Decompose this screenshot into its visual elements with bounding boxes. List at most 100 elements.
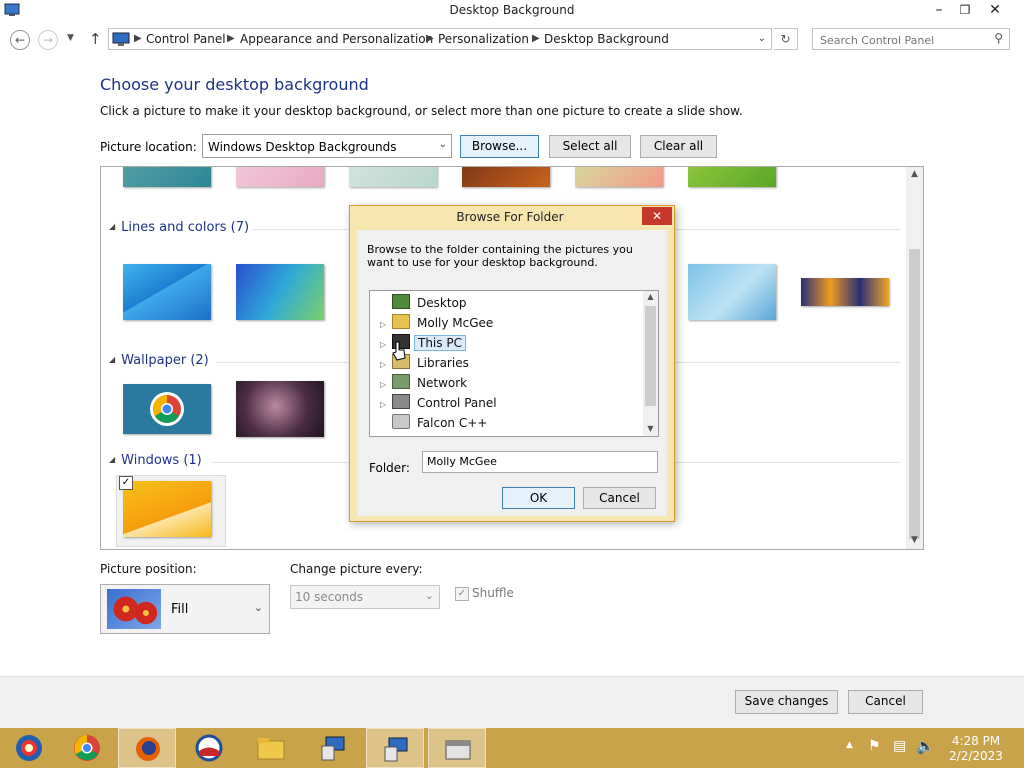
picture-location-select[interactable]: Windows Desktop Backgrounds ⌄ <box>202 134 452 158</box>
address-bar[interactable]: ▶ Control Panel ▶ Appearance and Persona… <box>108 28 772 50</box>
control-panel-icon <box>392 394 410 409</box>
hand-cursor-icon <box>391 341 407 364</box>
network-icon[interactable]: ▤ <box>893 738 906 754</box>
scroll-up-icon[interactable]: ▲ <box>643 292 658 301</box>
expand-arrow-icon[interactable]: ▷ <box>380 360 390 369</box>
tree-scrollbar[interactable]: ▲ ▼ <box>643 291 658 436</box>
thumbnail[interactable] <box>236 167 324 187</box>
chevron-down-icon: ⌄ <box>438 139 447 150</box>
search-box[interactable]: ⚲ <box>812 28 1010 50</box>
tree-item-molly-mcgee[interactable]: ▷ Molly McGee <box>380 314 496 332</box>
recycle-bin-icon <box>392 414 410 429</box>
picture-location-value: Windows Desktop Backgrounds <box>208 140 397 154</box>
gallery-scrollbar[interactable]: ▲ ▼ <box>906 167 923 549</box>
thumbnail[interactable] <box>123 264 211 320</box>
expand-arrow-icon[interactable]: ▷ <box>380 320 390 329</box>
picture-position-select[interactable]: Fill ⌄ <box>100 584 270 634</box>
group-header-windows[interactable]: ◢ Windows (1) <box>109 453 202 468</box>
breadcrumb-desktop-background[interactable]: Desktop Background <box>544 32 669 46</box>
taskbar-item-explorer[interactable] <box>242 728 300 768</box>
expand-arrow-icon[interactable]: ▷ <box>380 380 390 389</box>
change-picture-label: Change picture every: <box>290 562 423 576</box>
group-header-lines-colors[interactable]: ◢ Lines and colors (7) <box>109 220 249 235</box>
collapse-triangle-icon: ◢ <box>109 455 116 464</box>
restore-button[interactable]: ❐ <box>950 0 980 20</box>
tree-item-falcon[interactable]: Falcon C++ <box>380 414 490 432</box>
breadcrumb-control-panel[interactable]: Control Panel <box>146 32 226 46</box>
taskbar-item[interactable] <box>0 728 58 768</box>
taskbar: ▲ ⚑ ▤ 🔈 <box>0 728 1024 768</box>
thumbnail-checkbox[interactable]: ✓ <box>119 476 133 490</box>
network-icon <box>392 374 410 389</box>
select-all-button[interactable]: Select all <box>549 135 631 158</box>
dialog-ok-button[interactable]: OK <box>502 487 575 509</box>
search-input[interactable] <box>818 30 982 50</box>
scroll-up-icon[interactable]: ▲ <box>906 169 923 179</box>
scroll-down-icon[interactable]: ▼ <box>906 535 923 545</box>
recent-locations-chevron-icon[interactable]: ▼ <box>67 33 74 43</box>
forward-icon[interactable]: → <box>38 30 58 50</box>
chrome-icon <box>74 735 100 761</box>
taskbar-item-control-panel-active[interactable] <box>366 728 424 768</box>
save-changes-button[interactable]: Save changes <box>735 690 838 714</box>
taskbar-item-chrome[interactable] <box>58 728 116 768</box>
action-center-flag-icon[interactable]: ⚑ <box>868 738 881 754</box>
breadcrumb-separator-icon: ▶ <box>227 33 235 44</box>
thumbnail[interactable] <box>236 381 324 437</box>
thumbnail-chrome[interactable] <box>123 384 211 434</box>
thumbnail[interactable] <box>801 278 889 306</box>
dialog-cancel-button[interactable]: Cancel <box>583 487 656 509</box>
expand-arrow-icon[interactable]: ▷ <box>380 340 390 349</box>
cancel-button[interactable]: Cancel <box>848 690 923 714</box>
dialog-close-icon[interactable]: ✕ <box>642 207 672 225</box>
search-icon[interactable]: ⚲ <box>994 31 1003 45</box>
up-arrow-icon[interactable]: ↑ <box>89 30 102 48</box>
scrollbar-thumb[interactable] <box>909 249 920 539</box>
thumbnail-windows[interactable] <box>123 481 211 537</box>
shuffle-checkbox: ✓ <box>455 587 469 601</box>
clear-all-button[interactable]: Clear all <box>640 135 717 158</box>
thumbnail[interactable] <box>575 167 663 187</box>
address-dropdown-icon[interactable]: ⌄ <box>758 33 766 44</box>
breadcrumb-personalization[interactable]: Personalization <box>438 32 529 46</box>
group-header-wallpaper[interactable]: ◢ Wallpaper (2) <box>109 353 209 368</box>
thumbnail[interactable] <box>462 167 550 187</box>
taskbar-item-firefox[interactable] <box>118 728 176 768</box>
expand-arrow-icon[interactable]: ▷ <box>380 400 390 409</box>
taskbar-item[interactable] <box>180 728 238 768</box>
tree-item-control-panel[interactable]: ▷ Control Panel <box>380 394 500 412</box>
back-icon[interactable]: ← <box>10 30 30 50</box>
system-clock[interactable]: 4:28 PM 2/2/2023 <box>940 734 1012 764</box>
desktop-icon <box>392 294 410 309</box>
tree-item-desktop[interactable]: Desktop <box>380 294 470 312</box>
volume-icon[interactable]: 🔈 <box>916 737 935 755</box>
thumbnail[interactable] <box>236 264 324 320</box>
chrome-logo-icon <box>150 392 184 426</box>
title-bar: Desktop Background – ❐ ✕ <box>0 0 1024 22</box>
thumbnail[interactable] <box>688 264 776 320</box>
program-window-icon <box>445 740 471 760</box>
taskbar-item[interactable] <box>428 728 486 768</box>
folder-icon <box>257 738 285 760</box>
refresh-icon[interactable]: ↻ <box>774 28 798 50</box>
show-hidden-icons-icon[interactable]: ▲ <box>846 740 853 750</box>
control-panel-icon <box>321 736 345 761</box>
scroll-down-icon[interactable]: ▼ <box>643 424 658 433</box>
taskbar-item-control-panel[interactable] <box>304 728 362 768</box>
control-panel-icon <box>384 737 408 762</box>
control-panel-icon <box>112 31 130 47</box>
picture-position-value: Fill <box>171 602 189 617</box>
folder-field[interactable]: Molly McGee <box>422 451 658 473</box>
thumbnail[interactable] <box>688 167 776 187</box>
page-title: Choose your desktop background <box>100 75 369 94</box>
thumbnail[interactable] <box>123 167 211 187</box>
shuffle-label: Shuffle <box>472 586 514 600</box>
thumbnail[interactable] <box>349 167 437 187</box>
breadcrumb-appearance[interactable]: Appearance and Personalization <box>240 32 433 46</box>
tree-item-network[interactable]: ▷ Network <box>380 374 470 392</box>
browse-button[interactable]: Browse... <box>460 135 539 158</box>
folder-label: Folder: <box>369 461 410 475</box>
close-button[interactable]: ✕ <box>980 0 1010 20</box>
folder-tree[interactable]: Desktop ▷ Molly McGee ▷ This PC ▷ Libraries… <box>369 290 659 437</box>
scrollbar-thumb[interactable] <box>645 306 656 406</box>
